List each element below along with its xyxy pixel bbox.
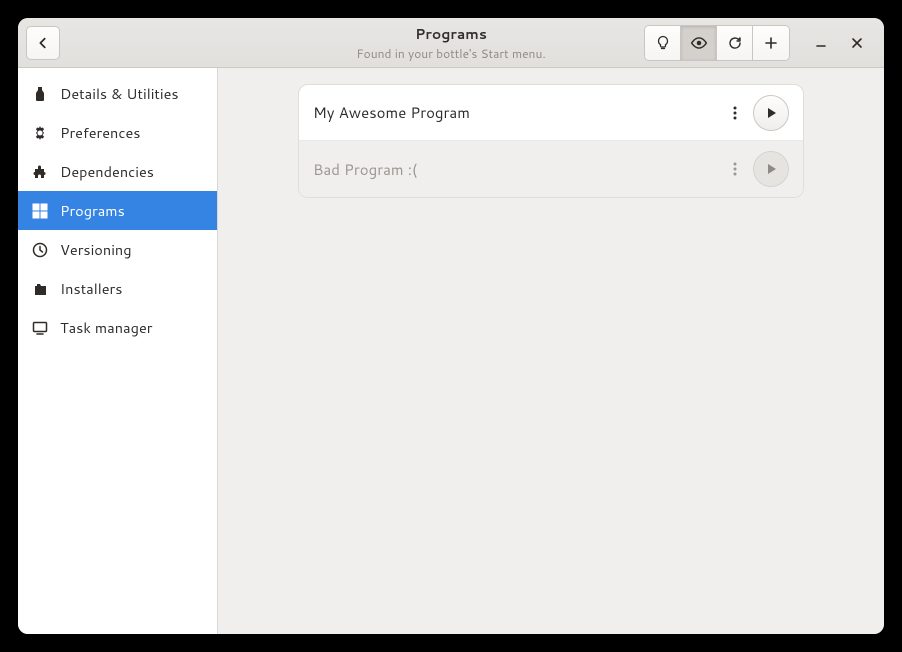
plus-icon	[763, 35, 779, 51]
program-name: Bad Program :(	[313, 159, 723, 180]
bottle-icon	[32, 86, 48, 102]
puzzle-icon	[32, 164, 48, 180]
gear-icon	[32, 125, 48, 141]
play-icon	[764, 162, 778, 176]
close-button[interactable]	[848, 34, 866, 52]
run-program-button[interactable]	[753, 151, 789, 187]
sidebar-item-taskmgr[interactable]: Task manager	[18, 308, 217, 347]
sidebar-item-label: Task manager	[60, 317, 152, 338]
play-icon	[764, 106, 778, 120]
toolbar	[644, 25, 876, 61]
sidebar-item-installers[interactable]: Installers	[18, 269, 217, 308]
sidebar-item-preferences[interactable]: Preferences	[18, 113, 217, 152]
program-menu-button[interactable]	[723, 161, 747, 177]
program-menu-button[interactable]	[723, 105, 747, 121]
minimize-icon	[815, 37, 827, 49]
back-button[interactable]	[26, 26, 60, 60]
sidebar-item-label: Versioning	[60, 239, 132, 260]
main-content: My Awesome Program Bad Program :(	[218, 68, 884, 634]
program-row[interactable]: My Awesome Program	[299, 85, 803, 141]
sidebar-item-label: Preferences	[60, 122, 140, 143]
sidebar-item-label: Programs	[60, 200, 125, 221]
clock-icon	[32, 242, 48, 258]
program-name: My Awesome Program	[313, 102, 723, 123]
titlebar: Programs Found in your bottle's Start me…	[18, 18, 884, 68]
body: Details & Utilities Preferences Dependen…	[18, 68, 884, 634]
programs-list: My Awesome Program Bad Program :(	[298, 84, 804, 198]
sidebar-item-versioning[interactable]: Versioning	[18, 230, 217, 269]
add-button[interactable]	[753, 26, 789, 60]
eye-icon	[690, 34, 708, 52]
toolbar-linked-buttons	[644, 25, 790, 61]
sidebar: Details & Utilities Preferences Dependen…	[18, 68, 218, 634]
kebab-icon	[733, 105, 737, 121]
window: Programs Found in your bottle's Start me…	[18, 18, 884, 634]
sidebar-item-programs[interactable]: Programs	[18, 191, 217, 230]
visibility-button[interactable]	[681, 26, 717, 60]
close-icon	[851, 37, 863, 49]
sidebar-item-label: Dependencies	[60, 161, 154, 182]
chevron-left-icon	[36, 36, 50, 50]
refresh-icon	[727, 35, 743, 51]
monitor-icon	[32, 320, 48, 336]
window-controls	[812, 34, 866, 52]
sidebar-item-details[interactable]: Details & Utilities	[18, 74, 217, 113]
package-icon	[32, 281, 48, 297]
sidebar-item-dependencies[interactable]: Dependencies	[18, 152, 217, 191]
hint-button[interactable]	[645, 26, 681, 60]
refresh-button[interactable]	[717, 26, 753, 60]
run-program-button[interactable]	[753, 95, 789, 131]
grid-icon	[32, 203, 48, 219]
sidebar-item-label: Installers	[60, 278, 122, 299]
kebab-icon	[733, 161, 737, 177]
minimize-button[interactable]	[812, 34, 830, 52]
lightbulb-icon	[655, 35, 671, 51]
sidebar-item-label: Details & Utilities	[60, 83, 179, 104]
program-row-disabled[interactable]: Bad Program :(	[299, 141, 803, 197]
